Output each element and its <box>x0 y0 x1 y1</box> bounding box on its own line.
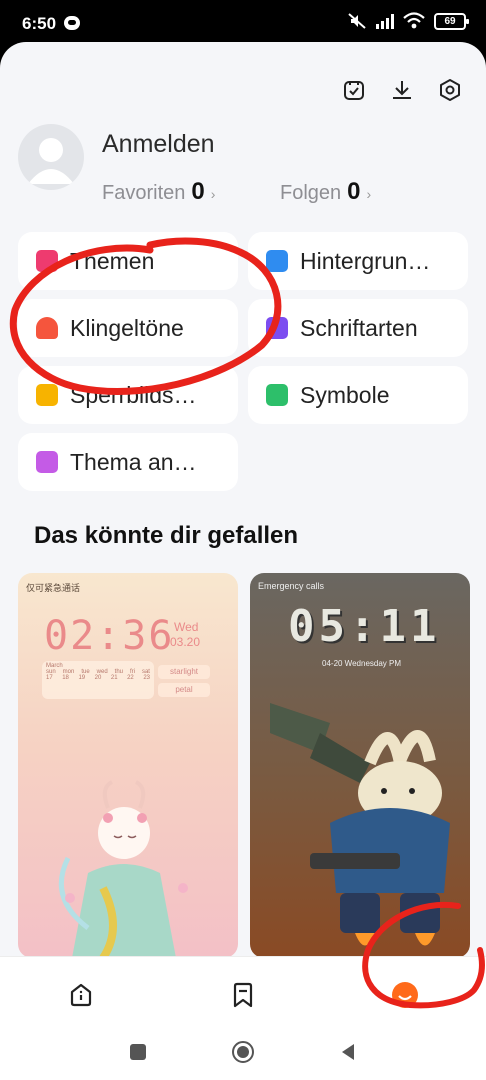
ringtone-icon <box>36 317 58 339</box>
follow-count: 0 <box>347 178 361 205</box>
category-label: Thema an… <box>70 448 197 475</box>
mute-vibrate-icon <box>348 13 366 29</box>
card-calendar: March sun mon tue wed thu fri sat 17 18 … <box>42 661 154 699</box>
dragon-girl-illustration <box>58 780 188 958</box>
card-tag: starlight <box>158 665 210 679</box>
settings-icon[interactable] <box>438 78 462 102</box>
back-icon[interactable] <box>336 1040 360 1064</box>
calendar-days: 17 18 19 20 21 22 23 <box>46 675 150 681</box>
category-icons[interactable]: Symbole <box>248 366 468 424</box>
follow-label: Folgen <box>280 182 342 204</box>
theme-card-2[interactable]: Emergency calls 05:11 04-20 Wednesday PM <box>250 573 470 958</box>
bookmark-tab-icon <box>233 982 253 1008</box>
fonts-icon <box>266 317 288 339</box>
favorites-label: Favoriten <box>102 182 186 204</box>
header-actions <box>342 78 462 102</box>
day: 23 <box>143 675 150 681</box>
favorites-stat[interactable]: Favoriten 0 › <box>102 178 215 206</box>
home-tab-icon <box>70 983 92 1007</box>
category-wallpapers[interactable]: Hintergrun… <box>248 232 468 290</box>
icons-icon <box>266 384 288 406</box>
recents-icon[interactable] <box>126 1040 150 1064</box>
profile-tab-icon <box>392 982 418 1008</box>
battery-indicator: 69 <box>434 12 469 30</box>
wallpaper-icon <box>266 250 288 272</box>
follow-chevron: › <box>366 186 372 202</box>
avatar[interactable] <box>18 124 84 190</box>
category-label: Hintergrun… <box>300 247 431 274</box>
wifi-icon <box>403 12 425 29</box>
status-time: 6:50 <box>22 14 57 33</box>
favorites-chevron: › <box>210 186 216 202</box>
category-ringtones[interactable]: Klingeltöne <box>18 299 238 357</box>
category-label: Symbole <box>300 381 390 408</box>
day: 17 <box>46 675 53 681</box>
category-label: Sperrbilds… <box>70 381 197 408</box>
card-date-line: 04-20 Wednesday PM <box>322 659 402 668</box>
profile-tab[interactable] <box>385 975 425 1015</box>
day: 19 <box>78 675 86 681</box>
card-day: Wed <box>174 620 199 634</box>
recommend-title: Das könnte dir gefallen <box>34 522 299 549</box>
card-status-text: 仅可紧急通话 <box>26 583 81 593</box>
bookmark-tab[interactable] <box>223 975 263 1015</box>
themes-icon <box>36 250 58 272</box>
home-tab[interactable] <box>61 975 101 1015</box>
category-label: Schriftarten <box>300 314 418 341</box>
system-nav-bar <box>0 1022 486 1080</box>
day: 22 <box>127 675 134 681</box>
download-icon[interactable] <box>390 78 414 102</box>
home-button-icon[interactable] <box>231 1040 255 1064</box>
day: 18 <box>62 675 69 681</box>
main-sheet: Anmelden Favoriten 0 › Folgen 0 › Themen H… <box>0 42 486 1080</box>
status-bar: 6:50 69 <box>0 0 486 46</box>
lock-screen-icon <box>36 384 58 406</box>
notification-icon <box>64 16 80 30</box>
theme-card-1[interactable]: 仅可紧急通话 02:36 Wed 03.20 March sun mon tue… <box>18 573 238 958</box>
follow-stat[interactable]: Folgen 0 › <box>280 178 371 206</box>
card-status-text: Emergency calls <box>258 581 325 591</box>
robot-rabbit-illustration <box>270 703 450 946</box>
customize-icon <box>36 451 58 473</box>
category-label: Themen <box>70 247 155 274</box>
card-clock: 02:36 <box>44 613 175 659</box>
category-customize[interactable]: Thema an… <box>18 433 238 491</box>
card-clock: 05:11 <box>288 601 441 652</box>
card-date: 03.20 <box>170 635 201 649</box>
category-themes[interactable]: Themen <box>18 232 238 290</box>
login-label[interactable]: Anmelden <box>102 130 215 159</box>
day: 21 <box>110 675 118 681</box>
favorites-count: 0 <box>191 178 205 205</box>
signal-icon <box>376 13 394 29</box>
category-label: Klingeltöne <box>70 314 184 341</box>
category-lockscreens[interactable]: Sperrbilds… <box>18 366 238 424</box>
coupon-icon[interactable] <box>342 78 366 102</box>
card-tag: petal <box>158 683 210 697</box>
day: 20 <box>94 675 102 681</box>
category-fonts[interactable]: Schriftarten <box>248 299 468 357</box>
status-icons: 69 <box>347 12 469 30</box>
